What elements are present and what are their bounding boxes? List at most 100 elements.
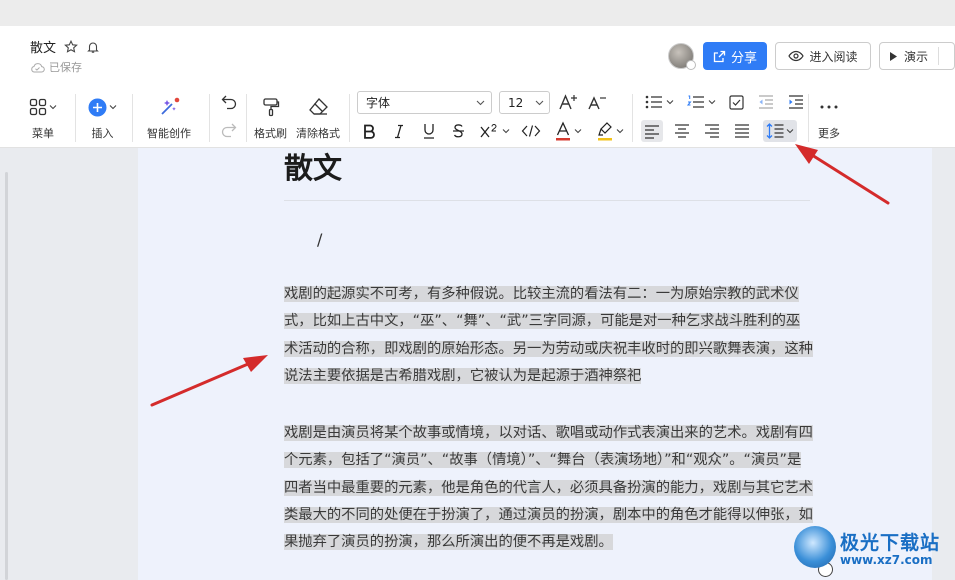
font-size-value: 12 <box>508 95 524 110</box>
insert-label: 插入 <box>91 127 114 140</box>
task-list-button[interactable] <box>726 92 746 112</box>
underline-icon <box>424 124 434 139</box>
save-status-label: 已保存 <box>49 61 82 74</box>
font-decrease-icon <box>588 96 606 110</box>
outdent-button[interactable] <box>756 92 776 112</box>
play-icon <box>890 51 897 61</box>
scrollbar[interactable] <box>5 172 8 580</box>
toolbar-divider <box>246 94 247 142</box>
ai-create-button[interactable]: 智能创作 <box>147 94 191 141</box>
outdent-icon <box>759 95 773 109</box>
bullet-list-icon <box>645 95 662 109</box>
align-center-button[interactable] <box>671 120 693 142</box>
chevron-down-icon <box>786 129 794 134</box>
bullet-list-button[interactable] <box>642 92 676 112</box>
numbered-list-button[interactable] <box>684 92 718 112</box>
left-margin <box>0 148 138 580</box>
strikethrough-button[interactable] <box>449 121 467 141</box>
chevron-down-icon <box>502 129 510 134</box>
cloud-icon <box>31 62 45 72</box>
share-icon <box>713 50 726 62</box>
align-left-button[interactable] <box>641 120 663 142</box>
paint-roller-icon <box>262 98 279 117</box>
align-left-icon <box>645 125 659 139</box>
paragraph[interactable]: 戏剧是由演员将某个故事或情境，以对话、歌唱或动作式表演出来的艺术。戏剧有四个元素… <box>284 420 814 556</box>
selected-text: 戏剧是由演员将某个故事或情境，以对话、歌唱或动作式表演出来的艺术。戏剧有四个元素… <box>284 425 813 551</box>
line-spacing-button[interactable] <box>763 120 797 142</box>
line-spacing-icon <box>766 123 784 139</box>
code-button[interactable] <box>520 121 542 141</box>
increase-font-button[interactable] <box>557 92 579 112</box>
font-family-select[interactable]: 字体 <box>357 91 492 114</box>
checkbox-icon <box>728 94 744 110</box>
chevron-down-icon <box>666 100 673 105</box>
align-center-icon <box>675 124 689 138</box>
decrease-font-button[interactable] <box>586 92 608 112</box>
read-mode-button[interactable]: 进入阅读 <box>775 42 871 70</box>
superscript-button[interactable] <box>478 121 512 141</box>
redo-icon <box>221 123 237 138</box>
doc-title[interactable]: 散文 <box>30 37 56 56</box>
font-color-icon <box>555 121 570 141</box>
title-divider <box>284 200 810 201</box>
toolbar-divider <box>808 94 809 142</box>
share-button[interactable]: 分享 <box>703 42 767 70</box>
present-divider <box>938 47 940 65</box>
font-family-value: 字体 <box>366 96 391 110</box>
paragraph[interactable]: 戏剧的起源实不可考，有多种假说。比较主流的看法有二：一为原始宗教的武术仪式，比如… <box>284 281 814 390</box>
menu-button[interactable]: 菜单 <box>29 94 57 141</box>
justify-button[interactable] <box>731 120 753 142</box>
magic-wand-icon <box>161 97 180 115</box>
undo-icon <box>221 95 237 110</box>
format-painter-button[interactable]: 格式刷 <box>254 94 287 141</box>
plus-circle-icon <box>88 98 107 116</box>
redo-button[interactable] <box>219 120 239 140</box>
chevron-down-icon <box>616 129 623 134</box>
slash-command[interactable]: / <box>317 230 322 249</box>
insert-button[interactable]: 插入 <box>88 94 117 141</box>
watermark-url: www.xz7.com <box>840 552 933 567</box>
align-right-button[interactable] <box>701 120 723 142</box>
watermark: 极光下载站 www.xz7.com <box>794 526 940 568</box>
font-color-button[interactable] <box>550 119 586 143</box>
selected-text: 戏剧的起源实不可考，有多种假说。比较主流的看法有二：一为原始宗教的武术仪式，比如… <box>284 286 813 384</box>
font-size-select[interactable]: 12 <box>499 91 550 114</box>
present-button[interactable]: 演示 <box>879 42 955 70</box>
star-icon[interactable] <box>64 39 78 54</box>
undo-button[interactable] <box>219 92 239 112</box>
underline-button[interactable] <box>420 121 438 141</box>
align-right-icon <box>705 124 719 138</box>
strikethrough-icon <box>452 124 464 138</box>
chevron-down-icon <box>535 100 544 105</box>
watermark-text: 极光下载站 www.xz7.com <box>840 528 940 567</box>
chevron-down-icon <box>574 129 581 134</box>
font-increase-icon <box>559 94 577 110</box>
page-title[interactable]: 散文 <box>284 145 342 187</box>
italic-icon <box>395 124 403 138</box>
chevron-down-icon <box>109 105 117 110</box>
highlighter-icon <box>597 122 612 141</box>
more-button[interactable]: 更多 <box>818 94 840 141</box>
share-label: 分享 <box>730 50 757 66</box>
numbered-list-icon <box>686 95 704 108</box>
toolbar-divider <box>632 94 633 142</box>
avatar[interactable] <box>668 43 696 70</box>
code-icon <box>521 125 541 137</box>
indent-button[interactable] <box>786 92 806 112</box>
window-top-strip <box>0 0 955 26</box>
bell-icon[interactable] <box>86 40 100 54</box>
watermark-logo <box>794 526 836 568</box>
doc-header: 散文 已保存 分享 进入阅读 演示 <box>0 26 955 86</box>
right-margin <box>932 148 955 580</box>
watermark-name: 极光下载站 <box>840 531 941 554</box>
eraser-icon <box>309 98 328 115</box>
format-painter-label: 格式刷 <box>254 127 287 140</box>
bold-button[interactable] <box>360 121 378 141</box>
bold-icon <box>364 124 375 139</box>
indent-icon <box>789 95 803 109</box>
read-mode-label: 进入阅读 <box>809 49 858 64</box>
ai-create-label: 智能创作 <box>147 127 191 140</box>
clear-format-button[interactable]: 清除格式 <box>296 94 340 141</box>
highlight-button[interactable] <box>592 119 628 143</box>
italic-button[interactable] <box>390 121 408 141</box>
